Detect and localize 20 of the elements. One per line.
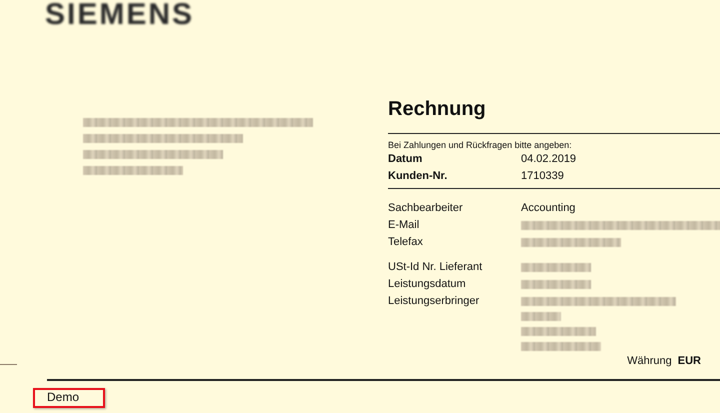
currency-label: Währung [627, 354, 672, 369]
field-value: 1710339 [521, 169, 564, 184]
field-label: Sachbearbeiter [388, 201, 464, 216]
currency-value: EUR [678, 354, 701, 369]
redacted-text [521, 312, 561, 321]
field-label: E-Mail [388, 218, 420, 233]
logo: SIEMENS [45, 0, 194, 30]
field-value: Accounting [521, 201, 576, 216]
annotation-box[interactable]: Demo [33, 388, 105, 408]
field-label: Datum [388, 152, 424, 167]
redacted-text [521, 280, 591, 289]
field-label: Leistungserbringer [388, 294, 480, 309]
field-label: Telefax [388, 235, 424, 250]
reference-note: Bei Zahlungen und Rückfragen bitte angeben: [388, 139, 572, 151]
redacted-text [521, 263, 591, 272]
field-value: 04.02.2019 [521, 152, 576, 167]
field-label: Kunden-Nr. [388, 169, 448, 184]
field-label: USt-Id Nr. Lieferant [388, 260, 484, 275]
field-label: Leistungsdatum [388, 277, 467, 292]
invoice-title: Rechnung [388, 97, 486, 121]
